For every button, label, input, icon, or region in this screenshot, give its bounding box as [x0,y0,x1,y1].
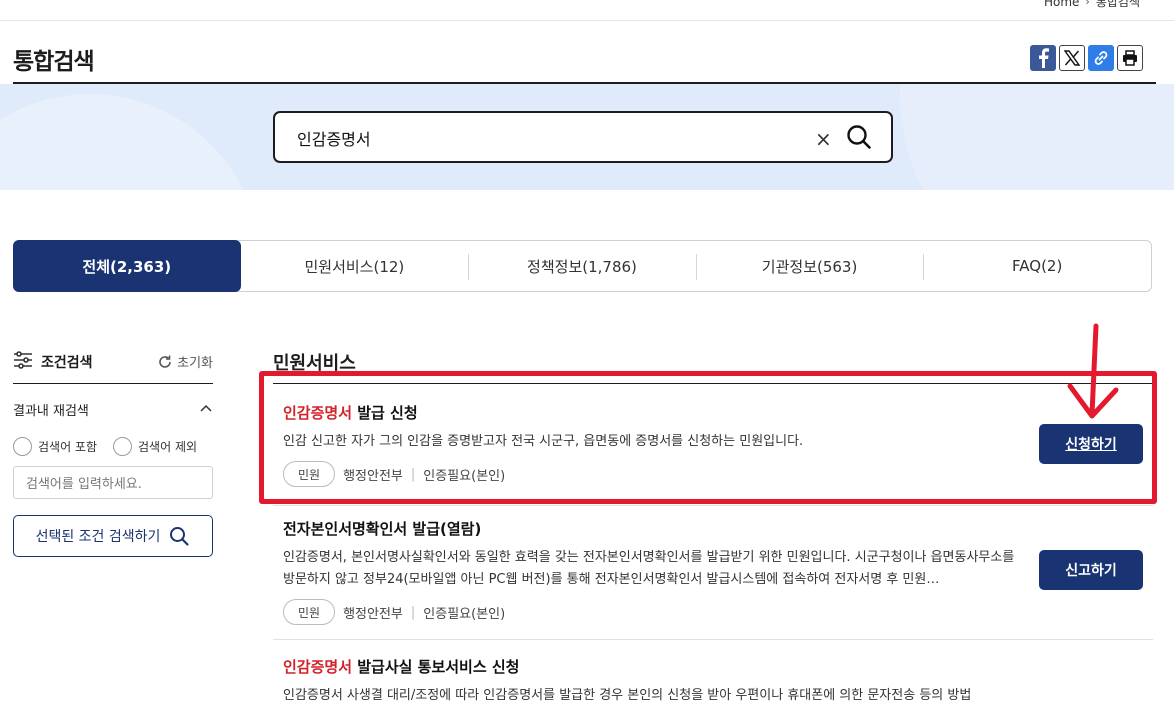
radio-circle[interactable] [13,437,32,456]
category-badge: 민원 [283,599,336,625]
title-text: 발급사실 통보서비스 신청 [352,658,520,676]
decor-circle [900,84,1174,190]
apply-label: 선택된 조건 검색하기 [35,529,161,545]
radio-circle[interactable] [113,437,133,456]
annotation-highlight-box [259,371,1157,504]
result-title[interactable]: 인감증명서 발급사실 통보서비스 신청 [283,656,1143,677]
tab-faq[interactable]: FAQ(2) [923,241,1151,291]
decor-circle [0,94,260,190]
result-desc: 인감증명서, 본인서명사실확인서와 동일한 효력을 갖는 전자본인서명확인서를 … [283,550,1015,587]
x-twitter-icon[interactable] [1059,45,1085,71]
breadcrumb-current: 통합검색 [1095,0,1140,9]
title-highlight: 인감증명서 [283,658,353,676]
exclude-label: 검색어 제외 [138,440,198,454]
subsearch-options: 검색어 포함 검색어 제외 [13,437,213,456]
result-title[interactable]: 전자본인서명확인서 발급(열람) [283,518,1143,539]
tab-agency[interactable]: 기관정보(563) [695,241,924,291]
top-bar: Home › 통합검색 [0,0,1174,21]
breadcrumb: Home › 통합검색 [1044,0,1140,10]
result-item: 전자본인서명확인서 발급(열람) 인감증명서, 본인서명사실확인서와 동일한 효… [273,506,1153,640]
report-button[interactable]: 신고하기 [1039,550,1143,590]
subsearch-input[interactable]: 검색어를 입력하세요. [13,466,213,499]
share-buttons [1030,45,1143,71]
chevron-right-icon: › [1085,0,1090,8]
search-icon [170,527,190,546]
result-tabs: 전체(2,363) 민원서비스(12) 정책정보(1,786) 기관정보(563… [13,240,1152,292]
reset-button[interactable]: 초기화 [157,352,213,371]
result-desc: 인감증명서 사생결 대리/조정에 따라 인감증명서를 발급한 경우 본인의 신청… [283,688,972,703]
exclude-radio[interactable]: 검색어 제외 [113,437,197,456]
subsearch-label: 결과내 재검색 [13,404,89,419]
org-name: 행정안전부 [343,606,403,622]
apply-condition-button[interactable]: 선택된 조건 검색하기 [13,515,213,557]
annotation-arrow-icon [1067,323,1119,419]
tab-all[interactable]: 전체(2,363) [13,240,241,292]
link-copy-icon[interactable] [1088,45,1114,71]
facebook-icon[interactable] [1030,45,1056,71]
title-text: 전자본인서명확인서 발급(열람) [283,520,482,538]
page-title: 통합검색 [13,49,95,75]
condition-sidebar: 조건검색 초기화 결과내 재검색 검색어 포함 검색어 제외 검색어를 입력하세… [13,340,213,557]
condition-title: 조건검색 [41,354,93,371]
reset-label: 초기화 [177,356,213,371]
tab-civil-service[interactable]: 민원서비스(12) [241,241,469,291]
tab-policy[interactable]: 정책정보(1,786) [468,241,696,291]
search-box: × [273,111,893,163]
refresh-icon [159,355,171,368]
result-meta: 민원 행정안전부 | 인증필요(본인) [283,599,1143,625]
auth-requirement: 인증필요(본인) [423,606,506,622]
breadcrumb-home[interactable]: Home [1044,0,1079,9]
meta-divider: | [410,604,416,620]
subsearch-header[interactable]: 결과내 재검색 [13,400,213,419]
include-label: 검색어 포함 [38,440,98,454]
include-radio[interactable]: 검색어 포함 [13,437,97,456]
search-icon[interactable] [845,123,873,155]
filter-sliders-icon [13,350,33,373]
print-icon[interactable] [1117,45,1143,71]
chevron-up-icon[interactable] [199,402,213,417]
result-item: 인감증명서 발급사실 통보서비스 신청 인감증명서 사생결 대리/조정에 따라 … [273,640,1153,725]
search-input[interactable] [297,125,797,151]
clear-icon[interactable]: × [815,127,832,151]
condition-header: 조건검색 초기화 [13,340,213,384]
